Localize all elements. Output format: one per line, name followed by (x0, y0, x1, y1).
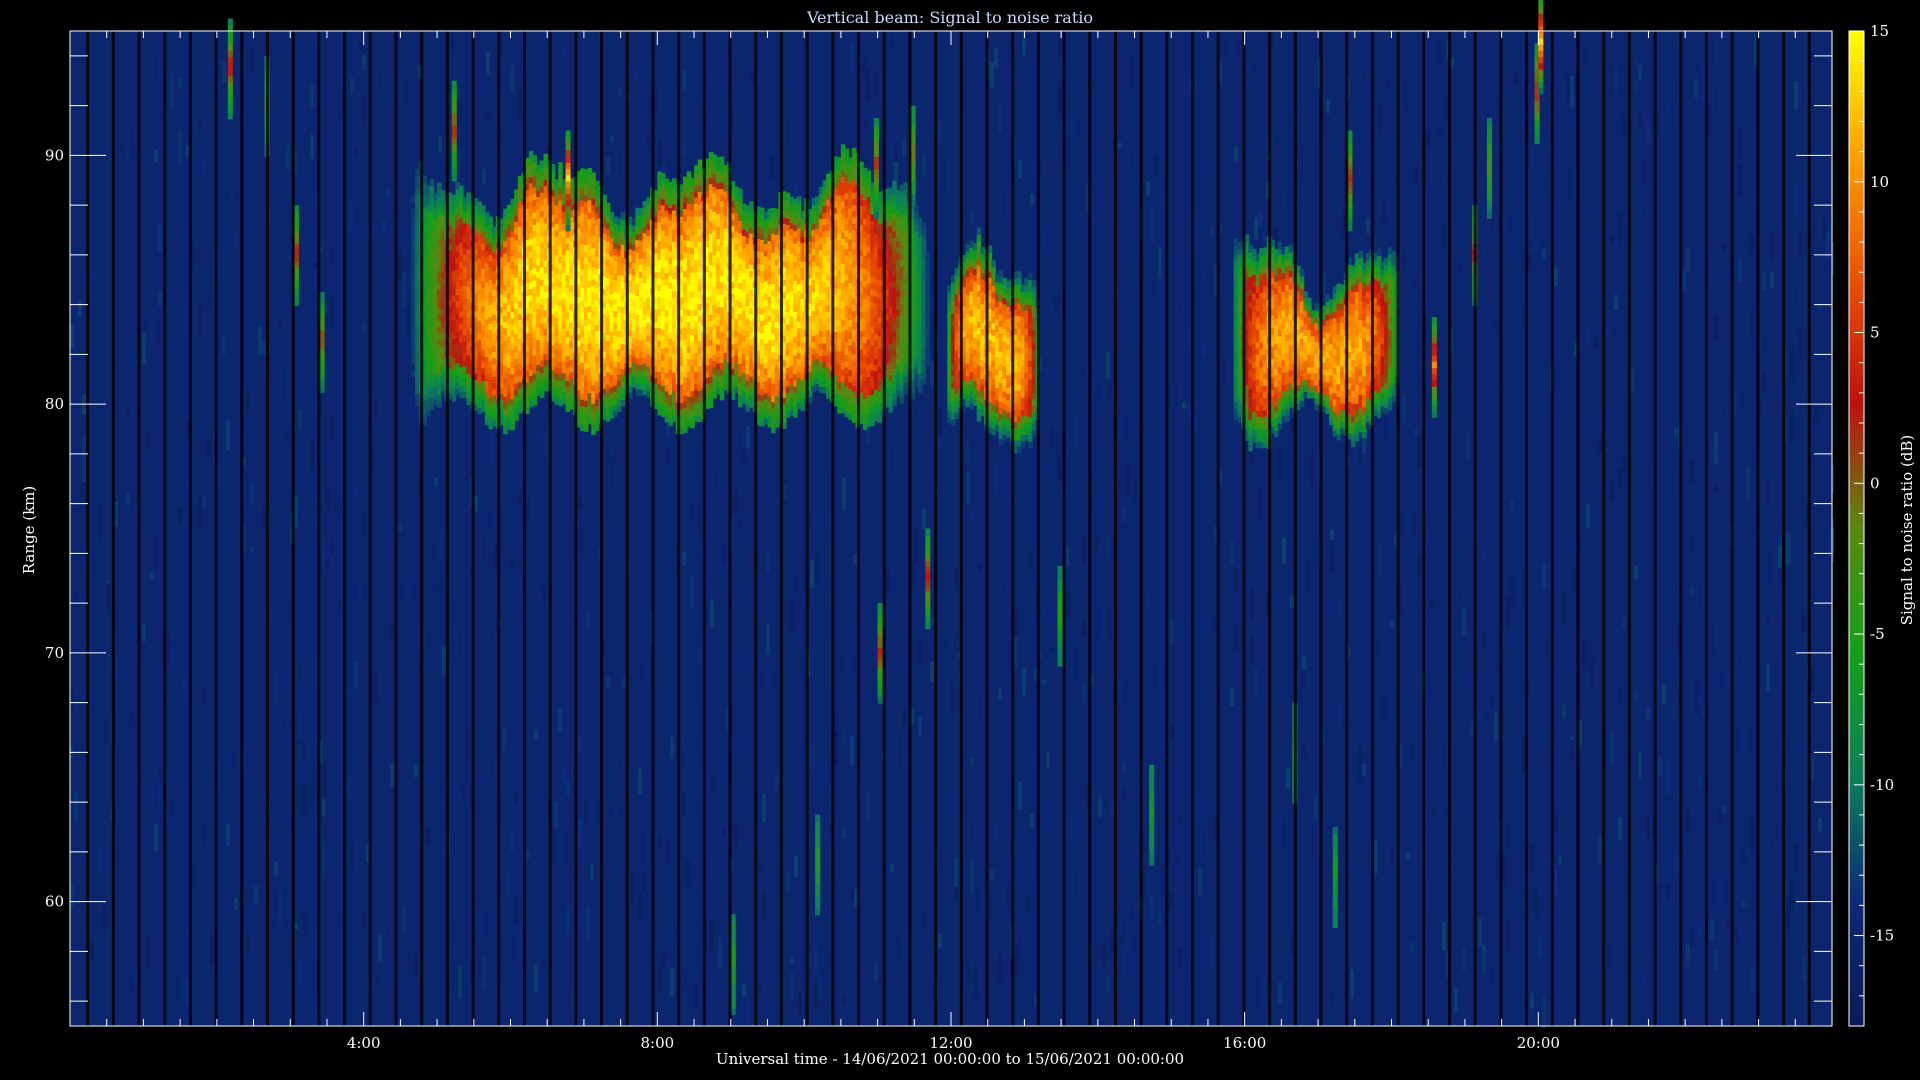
isolated-echo-mark (1057, 565, 1063, 574)
snr-range-time-chart: 151050-5-10-15 4:00 8:00 12:00 16:00 20:0060… (0, 0, 1920, 1080)
colorbar-tick-label: 10 (1870, 173, 1889, 191)
isolated-echo-mark (925, 528, 931, 536)
isolated-echo-mark (227, 18, 233, 27)
isolated-echo-mark (1431, 317, 1437, 325)
x-tick-label: 4:00 (347, 1034, 381, 1052)
x-tick-label: 8:00 (640, 1034, 674, 1052)
colorbar-tick-label: 0 (1870, 474, 1880, 492)
isolated-echo-mark (1332, 827, 1338, 835)
y-tick-label: 80 (45, 395, 64, 413)
isolated-echo-mark (877, 603, 883, 611)
plot-background (70, 31, 1832, 1026)
plot-area (70, 0, 1834, 1028)
x-axis-label: Universal time - 14/06/2021 00:00:00 to … (716, 1050, 1184, 1068)
y-tick-label: 60 (45, 893, 64, 911)
x-tick-label: 20:00 (1517, 1034, 1560, 1052)
colorbar-tick-label: -5 (1870, 625, 1885, 643)
isolated-echo-mark (565, 130, 571, 138)
colorbar-tick-label: -10 (1870, 776, 1894, 794)
x-tick-label: 16:00 (1223, 1034, 1266, 1052)
isolated-echo-mark (1486, 118, 1492, 126)
isolated-echo-mark (1149, 764, 1155, 773)
y-tick-label: 90 (45, 146, 64, 164)
chart-title: Vertical beam: Signal to noise ratio (806, 8, 1093, 27)
isolated-echo-mark (873, 118, 879, 126)
isolated-echo-mark (1538, 0, 1544, 2)
colorbar-tick-label: 5 (1870, 324, 1880, 342)
y-axis-label: Range (km) (20, 486, 38, 575)
isolated-echo-mark (451, 80, 457, 89)
y-tick-label: 70 (45, 644, 64, 662)
colorbar-tick-label: -15 (1870, 927, 1894, 945)
colorbar-label: Signal to noise ratio (dB) (1898, 435, 1916, 626)
colorbar-tick-label: 15 (1870, 22, 1889, 40)
isolated-echo-mark (815, 814, 821, 823)
